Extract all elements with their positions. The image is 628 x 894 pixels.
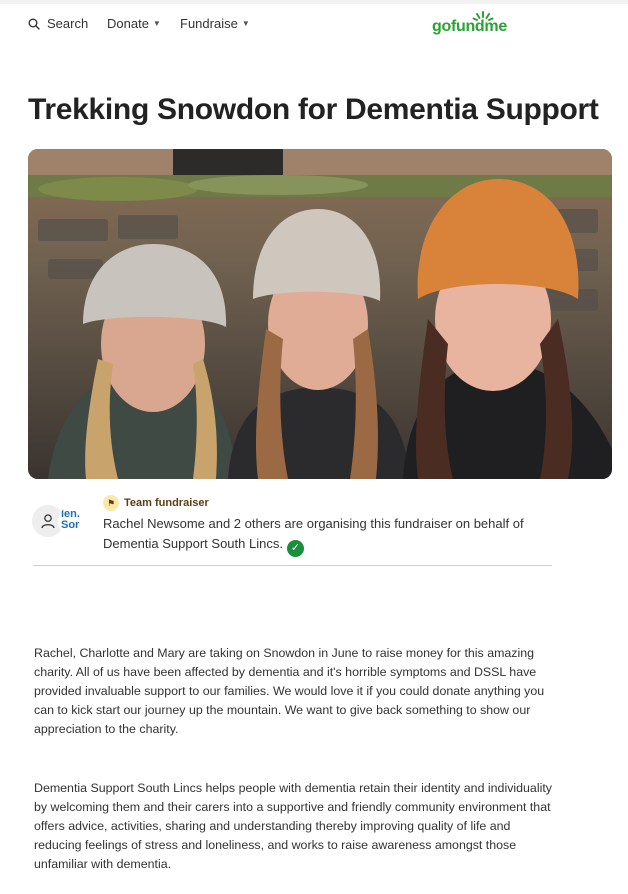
- campaign-photo-icon: [28, 149, 612, 479]
- check-circle-icon: ✓: [286, 539, 304, 557]
- divider: [33, 565, 552, 566]
- team-fundraiser-label: Team fundraiser: [124, 497, 209, 509]
- donate-menu[interactable]: Donate ▼: [107, 16, 161, 31]
- hero-image: [28, 149, 612, 479]
- donate-label: Donate: [107, 16, 149, 31]
- fundraise-menu[interactable]: Fundraise ▼: [180, 16, 250, 31]
- search-icon: [28, 18, 40, 30]
- search-label: Search: [47, 16, 89, 31]
- caret-down-icon: ▼: [152, 19, 161, 28]
- top-navigation: Search Donate ▼ Fundraise ▼ gofundme: [0, 0, 628, 44]
- charity-logo-avatar[interactable]: len. Sor: [58, 506, 88, 536]
- logo-sun-icon: [472, 11, 494, 21]
- story-paragraph: Rachel, Charlotte and Mary are taking on…: [34, 646, 545, 736]
- caret-down-icon: ▼: [241, 19, 250, 28]
- fundraise-label: Fundraise: [180, 16, 238, 31]
- team-icon: ⚑: [103, 495, 119, 511]
- story-paragraph: Dementia Support South Lincs helps peopl…: [34, 781, 552, 871]
- logo-text: gofundme: [432, 18, 507, 35]
- organiser-description: Rachel Newsome and 2 others are organisi…: [103, 514, 543, 557]
- team-fundraiser-badge: ⚑ Team fundraiser: [103, 495, 209, 511]
- search-link[interactable]: Search: [28, 16, 88, 31]
- organiser-avatars[interactable]: len. Sor: [32, 505, 90, 537]
- organiser-text[interactable]: Rachel Newsome and 2 others are organisi…: [103, 516, 524, 551]
- page-title: Trekking Snowdon for Dementia Support: [28, 93, 599, 126]
- user-icon: [41, 514, 55, 529]
